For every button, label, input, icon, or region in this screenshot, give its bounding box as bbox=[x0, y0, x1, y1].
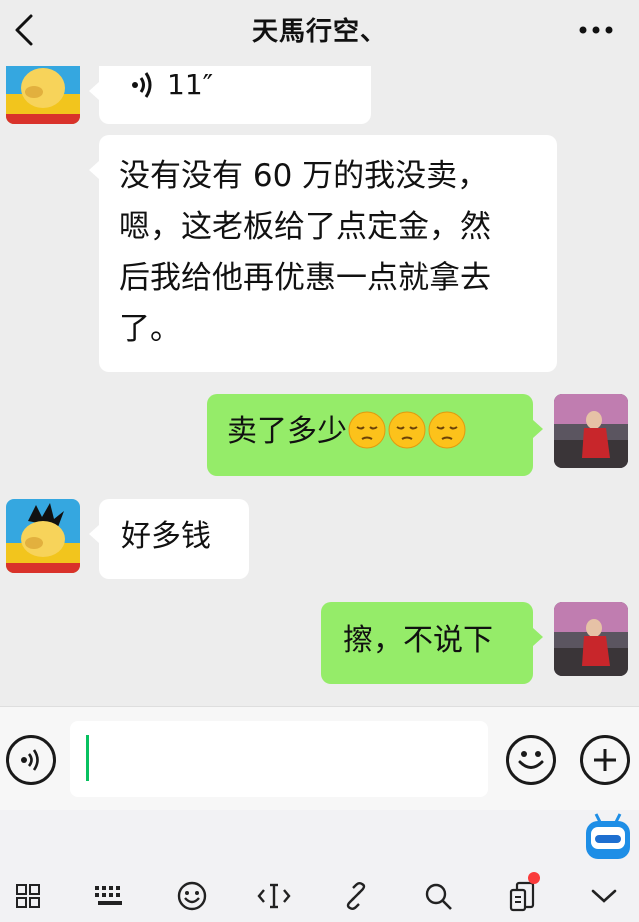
sticker-button[interactable] bbox=[170, 874, 214, 918]
input-bar bbox=[0, 706, 639, 810]
notification-badge bbox=[528, 872, 540, 884]
message-text: 好多钱 bbox=[121, 519, 211, 554]
search-icon bbox=[425, 883, 452, 910]
text-caret bbox=[86, 735, 89, 781]
cursor-icon bbox=[257, 883, 291, 909]
chevron-down-icon bbox=[591, 889, 617, 903]
message-list[interactable]: 11″ 没有没有 60 万的我没卖， 嗯，这老板给了点定金，然 后我给他再优惠一… bbox=[0, 66, 639, 706]
collapse-keyboard-button[interactable] bbox=[582, 874, 626, 918]
my-avatar[interactable] bbox=[554, 394, 628, 468]
message-text-line: 后我给他再优惠一点就拿去 bbox=[119, 260, 491, 296]
my-avatar[interactable] bbox=[554, 602, 628, 676]
voice-duration: 11″ bbox=[167, 68, 214, 101]
emoji-button[interactable] bbox=[506, 735, 556, 785]
search-button[interactable] bbox=[416, 874, 460, 918]
straw-hat-avatar-image bbox=[6, 499, 80, 573]
message-bubble-received[interactable]: 没有没有 60 万的我没卖， 嗯，这老板给了点定金，然 后我给他再优惠一点就拿去… bbox=[89, 135, 557, 372]
voice-message-bubble[interactable]: 11″ bbox=[89, 66, 371, 124]
grid-icon bbox=[16, 884, 40, 908]
message-bubble-sent[interactable]: 擦，不说下 bbox=[321, 602, 543, 684]
chat-header: 天馬行空、 bbox=[0, 0, 639, 66]
emoji-icon bbox=[518, 751, 544, 769]
more-button[interactable] bbox=[571, 8, 621, 52]
link-icon bbox=[346, 882, 366, 910]
grid-button[interactable] bbox=[6, 874, 50, 918]
message-bubble-received[interactable]: 好多钱 bbox=[89, 499, 249, 579]
keyboard-assistant-button[interactable] bbox=[582, 812, 634, 862]
message-text: 擦，不说下 bbox=[343, 623, 493, 658]
chevron-left-icon bbox=[15, 14, 33, 46]
keyboard-button[interactable] bbox=[88, 874, 132, 918]
pensive-face-emoji bbox=[428, 411, 466, 448]
straw-hat-avatar-image bbox=[6, 66, 80, 124]
message-text: 卖了多少 bbox=[227, 414, 347, 449]
robot-icon bbox=[586, 813, 630, 859]
contact-avatar[interactable] bbox=[6, 499, 80, 573]
contact-avatar[interactable] bbox=[6, 66, 80, 124]
link-button[interactable] bbox=[334, 874, 378, 918]
smiley-icon bbox=[177, 881, 207, 911]
voice-icon bbox=[21, 749, 39, 771]
message-bubble-sent[interactable]: 卖了多少 bbox=[207, 394, 543, 476]
pensive-face-emoji bbox=[388, 411, 426, 448]
clipboard-icon bbox=[509, 881, 535, 912]
cursor-button[interactable] bbox=[252, 874, 296, 918]
message-text-line: 没有没有 60 万的我没卖， bbox=[119, 158, 489, 194]
more-dots-icon bbox=[579, 26, 613, 34]
plus-icon bbox=[594, 749, 616, 771]
back-button[interactable] bbox=[4, 8, 44, 52]
voice-wave-icon bbox=[132, 72, 152, 98]
pensive-face-emoji bbox=[348, 411, 386, 448]
child-photo-avatar-image bbox=[554, 394, 628, 468]
keyboard-icon bbox=[95, 886, 122, 905]
keyboard-toolbar bbox=[0, 810, 639, 922]
message-text-line: 嗯，这老板给了点定金，然 bbox=[119, 209, 491, 245]
voice-input-button[interactable] bbox=[6, 735, 56, 785]
more-functions-button[interactable] bbox=[580, 735, 630, 785]
child-photo-avatar-image bbox=[554, 602, 628, 676]
message-text-line: 了。 bbox=[119, 311, 181, 347]
message-input[interactable] bbox=[70, 721, 488, 797]
chat-title: 天馬行空、 bbox=[251, 16, 387, 47]
